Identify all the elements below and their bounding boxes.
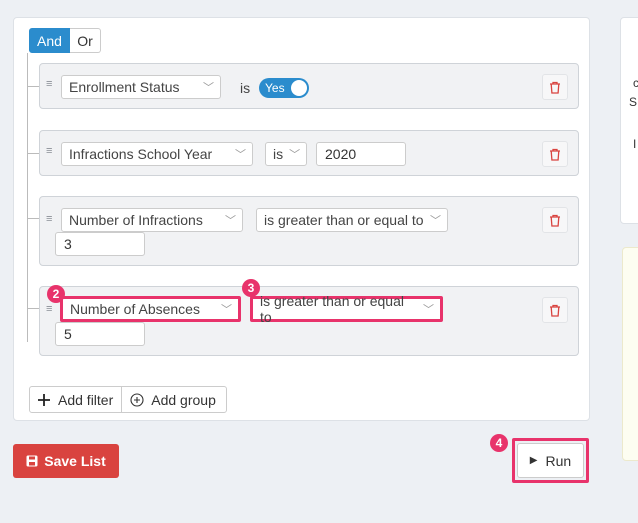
run-label: Run [545, 452, 572, 469]
operator-label: is [240, 80, 251, 96]
chevron-down-icon: ﹀ [430, 215, 441, 227]
switch-knob [291, 80, 307, 96]
trash-icon [550, 148, 560, 161]
drag-handle-icon[interactable]: ≡ [46, 304, 56, 315]
trash-icon [550, 304, 560, 317]
filter-rule: ≡ Enrollment Status ﹀ is Yes [39, 63, 579, 109]
field-select[interactable]: Infractions School Year ﹀ [61, 142, 253, 166]
delete-rule-button[interactable] [542, 297, 568, 323]
operator-select-value: is greater than or equal to [264, 212, 424, 228]
switch-label: Yes [265, 81, 285, 95]
field-select-value: Number of Absences [70, 301, 200, 317]
chevron-down-icon: ﹀ [289, 149, 301, 161]
field-select-value: Enrollment Status [69, 79, 180, 95]
operator-select[interactable]: is ﹀ [265, 142, 307, 166]
highlighted-operator-frame: is greater than or equal to ﹀ [250, 293, 443, 325]
delete-rule-button[interactable] [542, 207, 568, 233]
delete-rule-button[interactable] [542, 141, 568, 167]
side-text-fragment: I [633, 137, 637, 151]
value-input[interactable]: 2020 [316, 142, 406, 166]
add-group-button[interactable]: Add group [121, 387, 224, 412]
filter-rule: ≡ Infractions School Year ﹀ is ﹀ 2020 [39, 130, 579, 176]
chevron-down-icon: ﹀ [423, 304, 434, 316]
trash-icon [550, 81, 560, 94]
step-badge: 3 [242, 279, 260, 297]
add-filter-button[interactable]: Add filter [30, 387, 121, 412]
drag-handle-icon[interactable]: ≡ [46, 214, 56, 225]
tree-connector-branch [27, 218, 39, 219]
operator-select[interactable]: is greater than or equal to ﹀ [256, 208, 448, 232]
field-select[interactable]: Number of Infractions ﹀ [61, 208, 243, 232]
filter-rule: ≡ Number of Infractions ﹀ is greater tha… [39, 196, 579, 266]
or-toggle-button[interactable]: Or [70, 28, 101, 53]
drag-handle-icon[interactable]: ≡ [46, 79, 56, 90]
side-info-panel: c S I [620, 17, 638, 224]
plus-icon [38, 393, 50, 406]
side-note-panel: · · · · [622, 247, 638, 461]
chevron-down-icon: ﹀ [221, 304, 232, 316]
drag-handle-icon[interactable]: ≡ [46, 146, 56, 157]
side-text-fragment: S [629, 95, 638, 109]
play-icon: ▶ [529, 455, 538, 466]
step-badge: 2 [47, 285, 65, 303]
operator-select-value: is [273, 146, 284, 162]
add-controls: Add filter Add group [29, 386, 227, 413]
yes-no-switch[interactable]: Yes [259, 78, 309, 98]
plus-circle-icon [130, 392, 144, 407]
side-text-fragment: c [633, 76, 638, 90]
chevron-down-icon: ﹀ [203, 82, 214, 94]
save-list-label: Save List [44, 453, 106, 469]
step-badge: 4 [490, 434, 508, 452]
value-input[interactable]: 5 [55, 322, 145, 346]
tree-connector-line [27, 53, 28, 342]
chevron-down-icon: ﹀ [225, 215, 236, 227]
save-icon [26, 455, 38, 467]
and-toggle-button[interactable]: And [29, 28, 70, 53]
run-button[interactable]: ▶ Run [517, 443, 584, 478]
value-input[interactable]: 3 [55, 232, 145, 256]
field-select-value: Infractions School Year [69, 146, 213, 162]
highlighted-field-frame: Number of Absences ﹀ [60, 296, 241, 322]
tree-connector-branch [27, 153, 39, 154]
add-filter-label: Add filter [58, 391, 114, 408]
chevron-down-icon: ﹀ [235, 149, 246, 161]
add-group-label: Add group [151, 391, 216, 408]
delete-rule-button[interactable] [542, 74, 568, 100]
field-select[interactable]: Number of Absences ﹀ [63, 299, 238, 319]
field-select[interactable]: Enrollment Status ﹀ [61, 75, 221, 99]
tree-connector-branch [27, 86, 39, 87]
save-list-button[interactable]: Save List [13, 444, 119, 478]
tree-connector-branch [27, 308, 39, 309]
operator-select[interactable]: is greater than or equal to ﹀ [253, 293, 440, 325]
operator-select-value: is greater than or equal to [260, 293, 404, 325]
trash-icon [550, 214, 560, 227]
field-select-value: Number of Infractions [69, 212, 203, 228]
